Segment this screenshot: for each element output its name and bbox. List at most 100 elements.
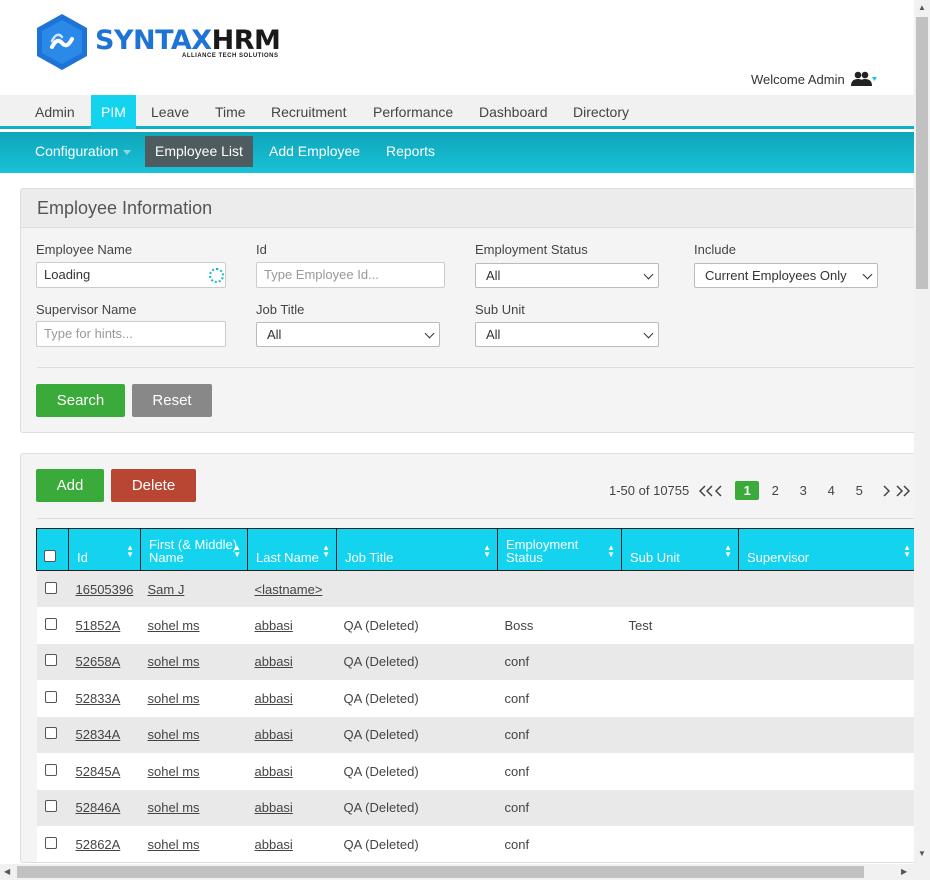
horizontal-scrollbar[interactable]: ◀ ▶ (0, 864, 930, 880)
col-first-name[interactable]: First (& Middle) Name ▲ ▼ (140, 528, 248, 571)
horizontal-scroll-thumb[interactable] (17, 866, 864, 878)
job-title-value: All (267, 327, 282, 342)
last-name-link[interactable]: abbasi (255, 837, 293, 852)
row-checkbox[interactable] (44, 763, 57, 776)
last-name-link[interactable]: abbasi (255, 654, 293, 669)
cell-supervisor (738, 716, 918, 753)
row-checkbox[interactable] (44, 727, 57, 740)
cell-employment-status (497, 570, 622, 607)
last-name-link[interactable]: abbasi (255, 618, 293, 633)
page-2[interactable]: 2 (763, 483, 787, 498)
employee-id-link[interactable]: 16505396 (76, 582, 134, 597)
employee-id-link[interactable]: 52658A (76, 654, 121, 669)
delete-button[interactable]: Delete (111, 469, 196, 502)
last-name-link[interactable]: abbasi (255, 764, 293, 779)
last-name-link[interactable]: <lastname> (255, 582, 323, 597)
page-1[interactable]: 1 (735, 481, 760, 500)
brand-tagline: ALLIANCE TECH SOLUTIONS (182, 53, 279, 59)
col-supervisor[interactable]: Supervisor ▲ ▼ (738, 528, 918, 571)
cell-last-name: abbasi (247, 607, 337, 644)
page-4[interactable]: 4 (819, 483, 843, 498)
employment-status-select[interactable]: All (475, 263, 659, 288)
cell-sub-unit (621, 753, 739, 790)
row-checkbox[interactable] (44, 617, 57, 630)
subnav-reports[interactable]: Reports (376, 136, 445, 167)
cell-supervisor (738, 789, 918, 826)
subnav-employee-list[interactable]: Employee List (145, 136, 253, 167)
next-page-icon[interactable] (881, 484, 891, 497)
employee-filter-panel: Employee Information Employee Name Loadi… (20, 188, 920, 433)
employee-id-link[interactable]: 52833A (76, 691, 121, 706)
cell-sub-unit (621, 789, 739, 826)
page-5[interactable]: 5 (847, 483, 871, 498)
sub-unit-select[interactable]: All (475, 322, 659, 347)
job-title-select[interactable]: All (256, 322, 440, 347)
nav-dashboard[interactable]: Dashboard (469, 95, 558, 129)
col-sub-unit[interactable]: Sub Unit ▲ ▼ (621, 528, 739, 571)
first-page-icon[interactable] (698, 484, 714, 497)
add-button[interactable]: Add (36, 469, 104, 502)
row-checkbox[interactable] (44, 836, 57, 849)
employee-id-link[interactable]: 51852A (76, 618, 121, 633)
col-last-name[interactable]: Last Name ▲ ▼ (247, 528, 337, 571)
nav-pim[interactable]: PIM (91, 95, 136, 129)
page-3[interactable]: 3 (791, 483, 815, 498)
col-employment-status[interactable]: Employment Status ▲ ▼ (497, 528, 622, 571)
nav-recruitment[interactable]: Recruitment (261, 95, 356, 129)
first-name-link[interactable]: sohel ms (148, 764, 200, 779)
first-name-link[interactable]: sohel ms (148, 618, 200, 633)
row-checkbox[interactable] (44, 690, 57, 703)
logo[interactable] (36, 13, 88, 71)
first-name-link[interactable]: sohel ms (148, 654, 200, 669)
row-checkbox[interactable] (44, 800, 57, 813)
nav-leave[interactable]: Leave (141, 95, 199, 129)
nav-directory[interactable]: Directory (563, 95, 639, 129)
sub-unit-label: Sub Unit (475, 302, 525, 317)
scroll-up-icon[interactable]: ▲ (918, 3, 926, 12)
reset-button[interactable]: Reset (132, 384, 212, 417)
col-sub-unit-label: Sub Unit (630, 550, 680, 565)
employee-id-link[interactable]: 52862A (76, 837, 121, 852)
list-divider (37, 518, 917, 519)
nav-performance[interactable]: Performance (363, 95, 463, 129)
include-select[interactable]: Current Employees Only (694, 263, 878, 288)
search-button[interactable]: Search (36, 384, 125, 417)
row-select-cell (36, 643, 69, 680)
row-checkbox[interactable] (44, 581, 57, 594)
col-id[interactable]: Id ▲ ▼ (68, 528, 141, 571)
include-value: Current Employees Only (705, 268, 847, 283)
row-checkbox[interactable] (44, 654, 57, 667)
last-page-icon[interactable] (895, 484, 911, 497)
chevron-down-icon (643, 328, 654, 339)
employee-name-input[interactable]: Loading (36, 262, 226, 288)
id-input[interactable]: Type Employee Id... (256, 262, 445, 288)
first-name-link[interactable]: sohel ms (148, 837, 200, 852)
employee-id-link[interactable]: 52846A (76, 800, 121, 815)
scroll-left-icon[interactable]: ◀ (4, 867, 10, 876)
welcome-menu[interactable]: Welcome Admin (751, 71, 877, 87)
scroll-down-icon[interactable]: ▼ (918, 849, 926, 858)
last-name-link[interactable]: abbasi (255, 691, 293, 706)
first-name-link[interactable]: sohel ms (148, 727, 200, 742)
first-name-link[interactable]: sohel ms (148, 691, 200, 706)
vertical-scrollbar[interactable]: ▲ ▼ (914, 0, 930, 864)
employee-id-link[interactable]: 52834A (76, 727, 121, 742)
first-name-link[interactable]: sohel ms (148, 800, 200, 815)
prev-page-icon[interactable] (714, 484, 724, 497)
select-all-checkbox[interactable] (44, 550, 56, 562)
first-name-link[interactable]: Sam J (148, 582, 185, 597)
cell-first-name: sohel ms (140, 680, 248, 717)
supervisor-name-input[interactable]: Type for hints... (36, 321, 226, 347)
subnav-add-employee[interactable]: Add Employee (259, 136, 370, 167)
employee-id-link[interactable]: 52845A (76, 764, 121, 779)
vertical-scroll-thumb[interactable] (916, 17, 928, 289)
subnav-configuration[interactable]: Configuration (25, 136, 141, 167)
last-name-link[interactable]: abbasi (255, 727, 293, 742)
nav-admin[interactable]: Admin (25, 95, 85, 129)
cell-job-title: QA (Deleted) (336, 643, 498, 680)
last-name-link[interactable]: abbasi (255, 800, 293, 815)
welcome-text: Welcome Admin (751, 71, 845, 87)
col-job-title[interactable]: Job Title ▲ ▼ (336, 528, 498, 571)
nav-time[interactable]: Time (205, 95, 256, 129)
scroll-right-icon[interactable]: ▶ (901, 867, 907, 876)
